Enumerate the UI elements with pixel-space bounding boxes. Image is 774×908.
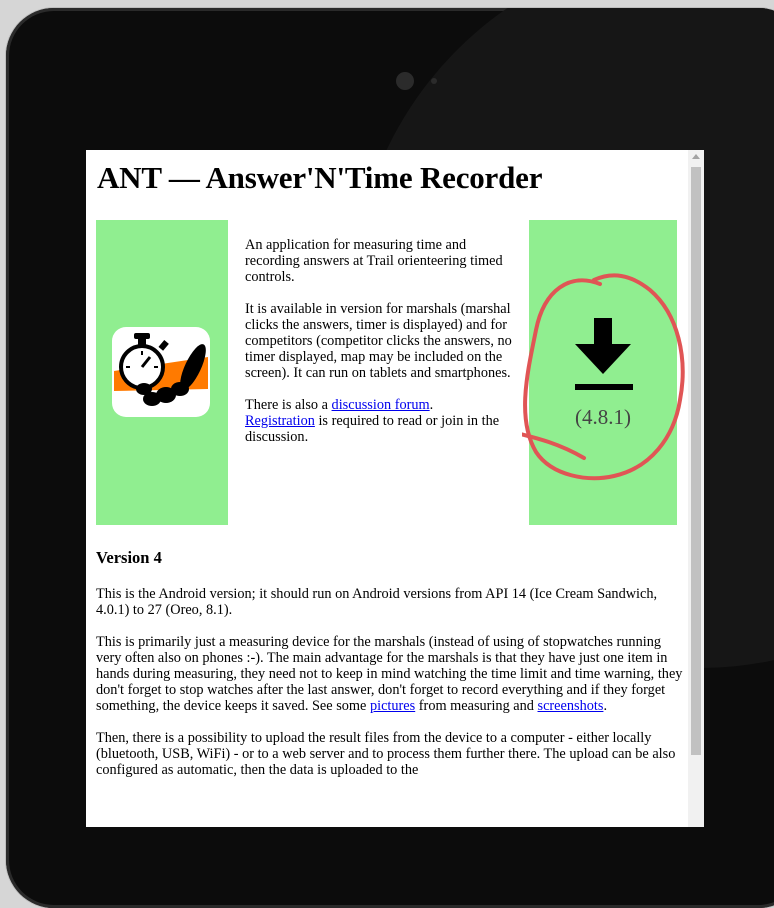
- version-heading: Version 4: [96, 548, 162, 567]
- pictures-link[interactable]: pictures: [370, 698, 415, 714]
- download-panel[interactable]: (4.8.1): [529, 220, 677, 525]
- app-icon-panel: [96, 220, 228, 525]
- camera-sensor: [431, 78, 437, 84]
- paragraph-1: This is the Android version; it should r…: [96, 586, 658, 618]
- forum-prefix: There is also a: [245, 397, 332, 413]
- scroll-up-arrow-icon[interactable]: [692, 154, 700, 159]
- intro-text: An application for measuring time and re…: [245, 237, 513, 461]
- availability-paragraph: It is available in version for marshals …: [245, 301, 512, 381]
- vertical-scrollbar[interactable]: [688, 150, 704, 827]
- registration-link[interactable]: Registration: [245, 413, 315, 429]
- paragraph-2-middle: from measuring and: [415, 698, 538, 714]
- download-icon[interactable]: [573, 318, 635, 390]
- camera-lens: [396, 72, 414, 90]
- tablet-screen: ANT — Answer'N'Time Recorder An applicat…: [86, 150, 704, 827]
- paragraph-2-end: .: [603, 698, 608, 714]
- paragraph-2: This is primarily just a measuring devic…: [96, 634, 686, 714]
- page-title: ANT — Answer'N'Time Recorder: [97, 160, 543, 195]
- body-text: This is the Android version; it should r…: [96, 586, 686, 794]
- scrollbar-thumb[interactable]: [691, 167, 701, 755]
- forum-paragraph: There is also a discussion forum. Registr…: [245, 397, 513, 445]
- intro-paragraph: An application for measuring time and re…: [245, 237, 503, 285]
- paragraph-3: Then, there is a possibility to upload t…: [96, 730, 676, 778]
- discussion-forum-link[interactable]: discussion forum: [332, 397, 430, 413]
- screenshots-link[interactable]: screenshots: [538, 698, 604, 714]
- forum-after-link: .: [429, 397, 434, 413]
- download-version-label[interactable]: (4.8.1): [529, 405, 677, 430]
- stopwatch-with-feather-icon: [112, 327, 210, 417]
